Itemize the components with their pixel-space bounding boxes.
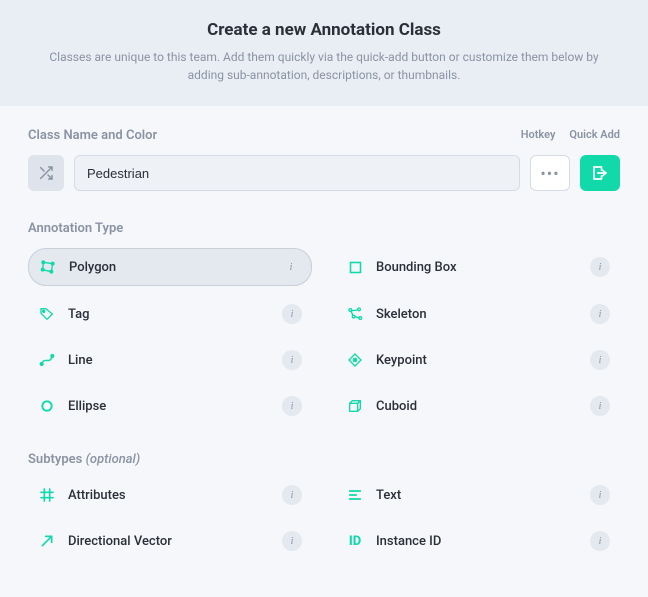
ellipse-icon [38, 397, 56, 415]
info-icon[interactable]: i [281, 257, 301, 277]
subtype-text[interactable]: Text i [336, 477, 620, 513]
dialog-header: Create a new Annotation Class Classes ar… [0, 0, 648, 106]
subtype-label: Instance ID [376, 534, 578, 549]
info-icon[interactable]: i [590, 396, 610, 416]
info-icon[interactable]: i [282, 396, 302, 416]
skeleton-icon [346, 305, 364, 323]
export-icon [591, 164, 609, 182]
subtype-label: Attributes [68, 488, 270, 503]
info-icon[interactable]: i [590, 531, 610, 551]
attributes-icon [38, 486, 56, 504]
subtypes-label: Subtypes (optional) [28, 452, 620, 467]
type-label: Cuboid [376, 399, 578, 414]
hotkey-label: Hotkey [521, 128, 556, 141]
class-name-label: Class Name and Color [28, 128, 157, 143]
vector-icon [38, 532, 56, 550]
info-icon[interactable]: i [590, 257, 610, 277]
dialog-title: Create a new Annotation Class [30, 20, 618, 40]
quickadd-label: Quick Add [569, 128, 620, 141]
keypoint-icon [346, 351, 364, 369]
subtypes-grid: Attributes i Text i Directional Vector i… [28, 477, 620, 559]
info-icon[interactable]: i [282, 304, 302, 324]
instance-id-icon: ID [346, 532, 364, 550]
shuffle-icon [38, 165, 54, 181]
type-tag[interactable]: Tag i [28, 296, 312, 332]
type-label: Line [68, 353, 270, 368]
text-icon [346, 486, 364, 504]
type-label: Skeleton [376, 307, 578, 322]
type-keypoint[interactable]: Keypoint i [336, 342, 620, 378]
info-icon[interactable]: i [282, 485, 302, 505]
dialog-body: Class Name and Color Hotkey Quick Add ••… [0, 106, 648, 597]
subtype-instance-id[interactable]: ID Instance ID i [336, 523, 620, 559]
type-label: Bounding Box [376, 260, 578, 275]
type-label: Tag [68, 307, 270, 322]
bounding-box-icon [346, 258, 364, 276]
info-icon[interactable]: i [282, 531, 302, 551]
subtype-label: Directional Vector [68, 534, 270, 549]
cuboid-icon [346, 397, 364, 415]
info-icon[interactable]: i [282, 350, 302, 370]
type-label: Polygon [69, 260, 269, 275]
type-cuboid[interactable]: Cuboid i [336, 388, 620, 424]
line-icon [38, 351, 56, 369]
polygon-icon [39, 258, 57, 276]
type-line[interactable]: Line i [28, 342, 312, 378]
dialog-subtitle: Classes are unique to this team. Add the… [44, 48, 604, 84]
annotation-type-label: Annotation Type [28, 221, 620, 236]
subtype-attributes[interactable]: Attributes i [28, 477, 312, 513]
type-skeleton[interactable]: Skeleton i [336, 296, 620, 332]
class-name-input[interactable] [74, 155, 520, 191]
info-icon[interactable]: i [590, 485, 610, 505]
type-ellipse[interactable]: Ellipse i [28, 388, 312, 424]
subtype-label: Text [376, 488, 578, 503]
hotkey-button[interactable]: ••• [530, 155, 570, 191]
type-bounding-box[interactable]: Bounding Box i [336, 248, 620, 286]
info-icon[interactable]: i [590, 350, 610, 370]
type-polygon[interactable]: Polygon i [28, 248, 312, 286]
type-label: Ellipse [68, 399, 270, 414]
shuffle-color-button[interactable] [28, 155, 64, 191]
quick-add-button[interactable] [580, 155, 620, 191]
type-label: Keypoint [376, 353, 578, 368]
tag-icon [38, 305, 56, 323]
info-icon[interactable]: i [590, 304, 610, 324]
top-right-labels: Hotkey Quick Add [521, 128, 620, 141]
subtype-directional-vector[interactable]: Directional Vector i [28, 523, 312, 559]
annotation-type-grid: Polygon i Bounding Box i Tag i [28, 248, 620, 424]
